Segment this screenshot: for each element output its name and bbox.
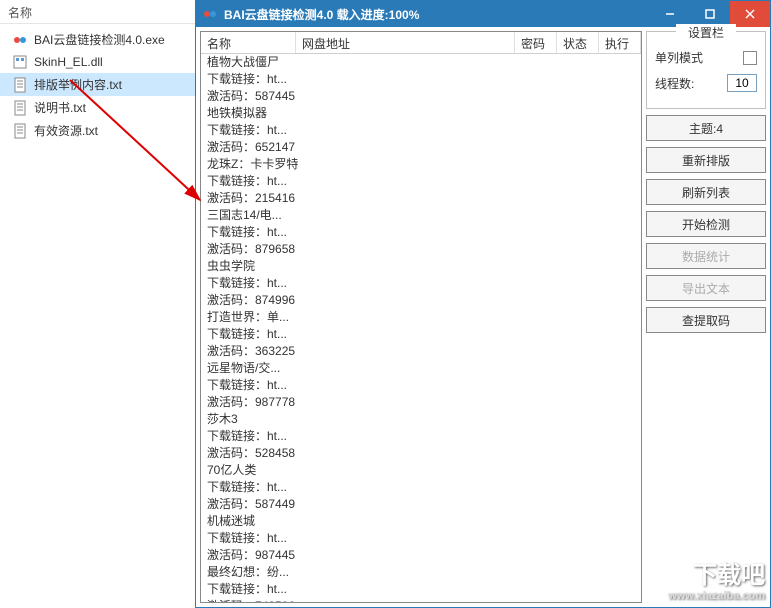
col-name[interactable]: 名称	[201, 32, 296, 53]
side-buttons: 主题:4 重新排版刷新列表开始检测数据统计导出文本查提取码	[646, 115, 766, 339]
table-row[interactable]: 70亿人类	[201, 462, 641, 479]
file-name: BAI云盘链接检测4.0.exe	[34, 31, 165, 48]
thread-label: 线程数:	[655, 75, 727, 92]
single-mode-label: 单列模式	[655, 49, 743, 66]
main-panel: 名称 网盘地址 密码 状态 执行 植物大战僵尸下载链接：ht...激活码：587…	[200, 31, 642, 603]
app-window: BAI云盘链接检测4.0 载入进度:100% 名称 网盘地址 密码 状态 执行 …	[195, 0, 771, 608]
table-row[interactable]: 激活码：874996	[201, 292, 641, 309]
table-row[interactable]: 下载链接：ht...	[201, 326, 641, 343]
table-row[interactable]: 激活码：652147	[201, 139, 641, 156]
side-button: 导出文本	[646, 275, 766, 301]
table-row[interactable]: 虫虫学院	[201, 258, 641, 275]
table-row[interactable]: 下载链接：ht...	[201, 530, 641, 547]
table-row[interactable]: 下载链接：ht...	[201, 377, 641, 394]
side-button[interactable]: 刷新列表	[646, 179, 766, 205]
table-row[interactable]: 下载链接：ht...	[201, 122, 641, 139]
file-name: 说明书.txt	[34, 99, 86, 116]
table-row[interactable]: 打造世界：单...	[201, 309, 641, 326]
table-row[interactable]: 激活码：528458	[201, 445, 641, 462]
table-row[interactable]: 激活码：363225	[201, 343, 641, 360]
col-password[interactable]: 密码	[515, 32, 557, 53]
file-icon	[12, 32, 28, 48]
file-icon	[12, 77, 28, 93]
table-row[interactable]: 下载链接：ht...	[201, 428, 641, 445]
table-row[interactable]: 下载链接：ht...	[201, 479, 641, 496]
table-body[interactable]: 植物大战僵尸下载链接：ht...激活码：587445地铁模拟器下载链接：ht..…	[201, 54, 641, 602]
col-status[interactable]: 状态	[557, 32, 599, 53]
side-panel: 设置栏 单列模式 线程数: 主题:4 重新排版刷新列表开始检测数据统计导出文本查提…	[646, 31, 766, 603]
side-button[interactable]: 开始检测	[646, 211, 766, 237]
side-button[interactable]: 查提取码	[646, 307, 766, 333]
file-name: 有效资源.txt	[34, 122, 98, 139]
single-mode-checkbox[interactable]	[743, 51, 757, 65]
table-row[interactable]: 莎木3	[201, 411, 641, 428]
table-row[interactable]: 龙珠Z：卡卡罗特	[201, 156, 641, 173]
file-item[interactable]: 有效资源.txt	[0, 119, 195, 142]
col-exec[interactable]: 执行	[599, 32, 641, 53]
table-row[interactable]: 激活码：748596	[201, 598, 641, 602]
table-row[interactable]: 激活码：587445	[201, 88, 641, 105]
table-row[interactable]: 激活码：215416	[201, 190, 641, 207]
close-button[interactable]	[730, 1, 770, 27]
settings-frame: 设置栏 单列模式 线程数:	[646, 31, 766, 109]
table-row[interactable]: 地铁模拟器	[201, 105, 641, 122]
explorer-header: 名称	[0, 0, 195, 24]
thread-row: 线程数:	[655, 74, 757, 92]
titlebar-text: BAI云盘链接检测4.0 载入进度:100%	[224, 6, 650, 23]
file-item[interactable]: 排版举例内容.txt	[0, 73, 195, 96]
file-name: 排版举例内容.txt	[34, 76, 122, 93]
single-mode-row: 单列模式	[655, 49, 757, 66]
app-body: 名称 网盘地址 密码 状态 执行 植物大战僵尸下载链接：ht...激活码：587…	[196, 27, 770, 607]
file-item[interactable]: BAI云盘链接检测4.0.exe	[0, 28, 195, 51]
file-list: BAI云盘链接检测4.0.exe SkinH_EL.dll 排版举例内容.txt 说明…	[0, 24, 195, 146]
file-icon	[12, 54, 28, 70]
table-row[interactable]: 下载链接：ht...	[201, 173, 641, 190]
file-item[interactable]: SkinH_EL.dll	[0, 51, 195, 73]
file-icon	[12, 123, 28, 139]
table-row[interactable]: 下载链接：ht...	[201, 224, 641, 241]
table-row[interactable]: 激活码：879658	[201, 241, 641, 258]
table-row[interactable]: 三国志14/电...	[201, 207, 641, 224]
table-row[interactable]: 远星物语/交...	[201, 360, 641, 377]
table-row[interactable]: 植物大战僵尸	[201, 54, 641, 71]
table-row[interactable]: 激活码：987445	[201, 547, 641, 564]
side-button: 数据统计	[646, 243, 766, 269]
table-row[interactable]: 下载链接：ht...	[201, 71, 641, 88]
table-header: 名称 网盘地址 密码 状态 执行	[201, 32, 641, 54]
app-icon	[202, 6, 218, 22]
file-name: SkinH_EL.dll	[34, 55, 103, 69]
settings-title: 设置栏	[676, 24, 736, 41]
file-item[interactable]: 说明书.txt	[0, 96, 195, 119]
table-row[interactable]: 激活码：587449	[201, 496, 641, 513]
thread-input[interactable]	[727, 74, 757, 92]
col-url[interactable]: 网盘地址	[296, 32, 515, 53]
side-button[interactable]: 主题:4	[646, 115, 766, 141]
file-explorer: 名称 BAI云盘链接检测4.0.exe SkinH_EL.dll 排版举例内容.tx…	[0, 0, 195, 608]
file-icon	[12, 100, 28, 116]
table-row[interactable]: 激活码：987778	[201, 394, 641, 411]
table-row[interactable]: 下载链接：ht...	[201, 581, 641, 598]
table-row[interactable]: 最终幻想：纷...	[201, 564, 641, 581]
table-row[interactable]: 下载链接：ht...	[201, 275, 641, 292]
side-button[interactable]: 重新排版	[646, 147, 766, 173]
table-row[interactable]: 机械迷城	[201, 513, 641, 530]
